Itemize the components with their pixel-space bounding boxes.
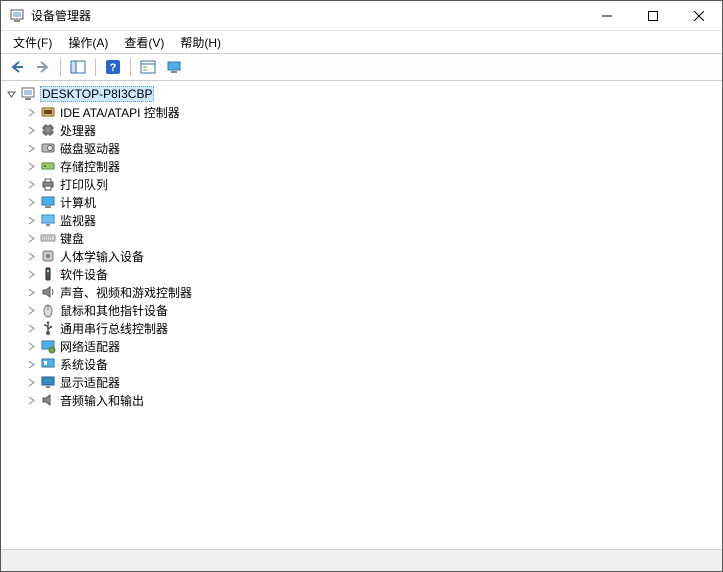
properties-button[interactable]	[136, 55, 160, 79]
window-controls	[584, 1, 722, 30]
tree-category-node[interactable]: 声音、视频和游戏控制器	[1, 283, 722, 301]
chevron-right-icon[interactable]	[25, 124, 37, 136]
chevron-right-icon[interactable]	[25, 178, 37, 190]
display-adapter-icon	[40, 374, 56, 390]
tree-category-node[interactable]: 软件设备	[1, 265, 722, 283]
chevron-right-icon[interactable]	[25, 340, 37, 352]
window-title: 设备管理器	[31, 7, 91, 24]
chevron-right-icon[interactable]	[25, 358, 37, 370]
chevron-right-icon[interactable]	[25, 214, 37, 226]
tree-categories: IDE ATA/ATAPI 控制器处理器磁盘驱动器存储控制器打印队列计算机监视器…	[1, 103, 722, 409]
disk-drive-icon	[40, 140, 56, 156]
audio-io-icon	[40, 392, 56, 408]
storage-controller-icon	[40, 158, 56, 174]
tree-category-label: 计算机	[60, 194, 96, 211]
close-button[interactable]	[676, 1, 722, 30]
tree-category-node[interactable]: 系统设备	[1, 355, 722, 373]
tree-category-label: 处理器	[60, 122, 96, 139]
tree-category-label: 通用串行总线控制器	[60, 320, 168, 337]
device-tree[interactable]: DESKTOP-P8I3CBP IDE ATA/ATAPI 控制器处理器磁盘驱动…	[1, 81, 722, 549]
tree-category-label: 鼠标和其他指针设备	[60, 302, 168, 319]
menubar: 文件(F) 操作(A) 查看(V) 帮助(H)	[1, 31, 722, 53]
tree-category-node[interactable]: 打印队列	[1, 175, 722, 193]
tree-category-label: 网络适配器	[60, 338, 120, 355]
chevron-right-icon[interactable]	[25, 304, 37, 316]
tree-category-label: IDE ATA/ATAPI 控制器	[60, 104, 180, 121]
hid-icon	[40, 248, 56, 264]
tree-category-label: 打印队列	[60, 176, 108, 193]
tree-category-node[interactable]: 网络适配器	[1, 337, 722, 355]
maximize-button[interactable]	[630, 1, 676, 30]
tree-category-label: 音频输入和输出	[60, 392, 144, 409]
tree-category-label: 存储控制器	[60, 158, 120, 175]
tree-category-label: 软件设备	[60, 266, 108, 283]
tree-category-label: 显示适配器	[60, 374, 120, 391]
chevron-right-icon[interactable]	[25, 286, 37, 298]
tree-category-label: 声音、视频和游戏控制器	[60, 284, 192, 301]
svg-text:?: ?	[110, 62, 117, 74]
tree-root-label: DESKTOP-P8I3CBP	[40, 86, 154, 102]
menu-action[interactable]: 操作(A)	[60, 32, 116, 53]
tree-category-node[interactable]: 磁盘驱动器	[1, 139, 722, 157]
tree-category-label: 磁盘驱动器	[60, 140, 120, 157]
tree-category-label: 键盘	[60, 230, 84, 247]
tree-category-label: 人体学输入设备	[60, 248, 144, 265]
software-device-icon	[40, 266, 56, 282]
show-hide-tree-button[interactable]	[66, 55, 90, 79]
statusbar	[1, 549, 722, 571]
ide-controller-icon	[40, 104, 56, 120]
chevron-right-icon[interactable]	[25, 376, 37, 388]
mouse-icon	[40, 302, 56, 318]
usb-icon	[40, 320, 56, 336]
sound-icon	[40, 284, 56, 300]
tree-category-node[interactable]: 计算机	[1, 193, 722, 211]
menu-file[interactable]: 文件(F)	[5, 32, 60, 53]
tree-category-node[interactable]: 处理器	[1, 121, 722, 139]
tree-category-node[interactable]: 键盘	[1, 229, 722, 247]
menu-view[interactable]: 查看(V)	[116, 32, 172, 53]
printer-icon	[40, 176, 56, 192]
titlebar: 设备管理器	[1, 1, 722, 31]
tree-root-node[interactable]: DESKTOP-P8I3CBP	[1, 85, 722, 103]
chevron-right-icon[interactable]	[25, 322, 37, 334]
computer-icon	[20, 86, 36, 102]
tree-category-node[interactable]: 音频输入和输出	[1, 391, 722, 409]
computer-icon	[40, 194, 56, 210]
chevron-right-icon[interactable]	[25, 394, 37, 406]
tree-category-node[interactable]: 人体学输入设备	[1, 247, 722, 265]
tree-category-node[interactable]: 存储控制器	[1, 157, 722, 175]
forward-button[interactable]	[31, 55, 55, 79]
toolbar-separator	[95, 58, 96, 76]
chevron-right-icon[interactable]	[25, 160, 37, 172]
menu-help[interactable]: 帮助(H)	[172, 32, 229, 53]
minimize-button[interactable]	[584, 1, 630, 30]
system-device-icon	[40, 356, 56, 372]
app-icon	[9, 8, 25, 24]
chevron-right-icon[interactable]	[25, 232, 37, 244]
chevron-down-icon[interactable]	[5, 88, 17, 100]
chevron-right-icon[interactable]	[25, 106, 37, 118]
scan-hardware-button[interactable]	[162, 55, 186, 79]
tree-category-label: 监视器	[60, 212, 96, 229]
network-adapter-icon	[40, 338, 56, 354]
chevron-right-icon[interactable]	[25, 268, 37, 280]
chevron-right-icon[interactable]	[25, 142, 37, 154]
monitor-icon	[40, 212, 56, 228]
tree-category-label: 系统设备	[60, 356, 108, 373]
tree-category-node[interactable]: IDE ATA/ATAPI 控制器	[1, 103, 722, 121]
toolbar-separator	[130, 58, 131, 76]
toolbar: ?	[1, 53, 722, 81]
cpu-icon	[40, 122, 56, 138]
tree-category-node[interactable]: 显示适配器	[1, 373, 722, 391]
back-button[interactable]	[5, 55, 29, 79]
chevron-right-icon[interactable]	[25, 250, 37, 262]
chevron-right-icon[interactable]	[25, 196, 37, 208]
tree-category-node[interactable]: 鼠标和其他指针设备	[1, 301, 722, 319]
toolbar-separator	[60, 58, 61, 76]
tree-category-node[interactable]: 监视器	[1, 211, 722, 229]
help-button[interactable]: ?	[101, 55, 125, 79]
keyboard-icon	[40, 230, 56, 246]
tree-category-node[interactable]: 通用串行总线控制器	[1, 319, 722, 337]
